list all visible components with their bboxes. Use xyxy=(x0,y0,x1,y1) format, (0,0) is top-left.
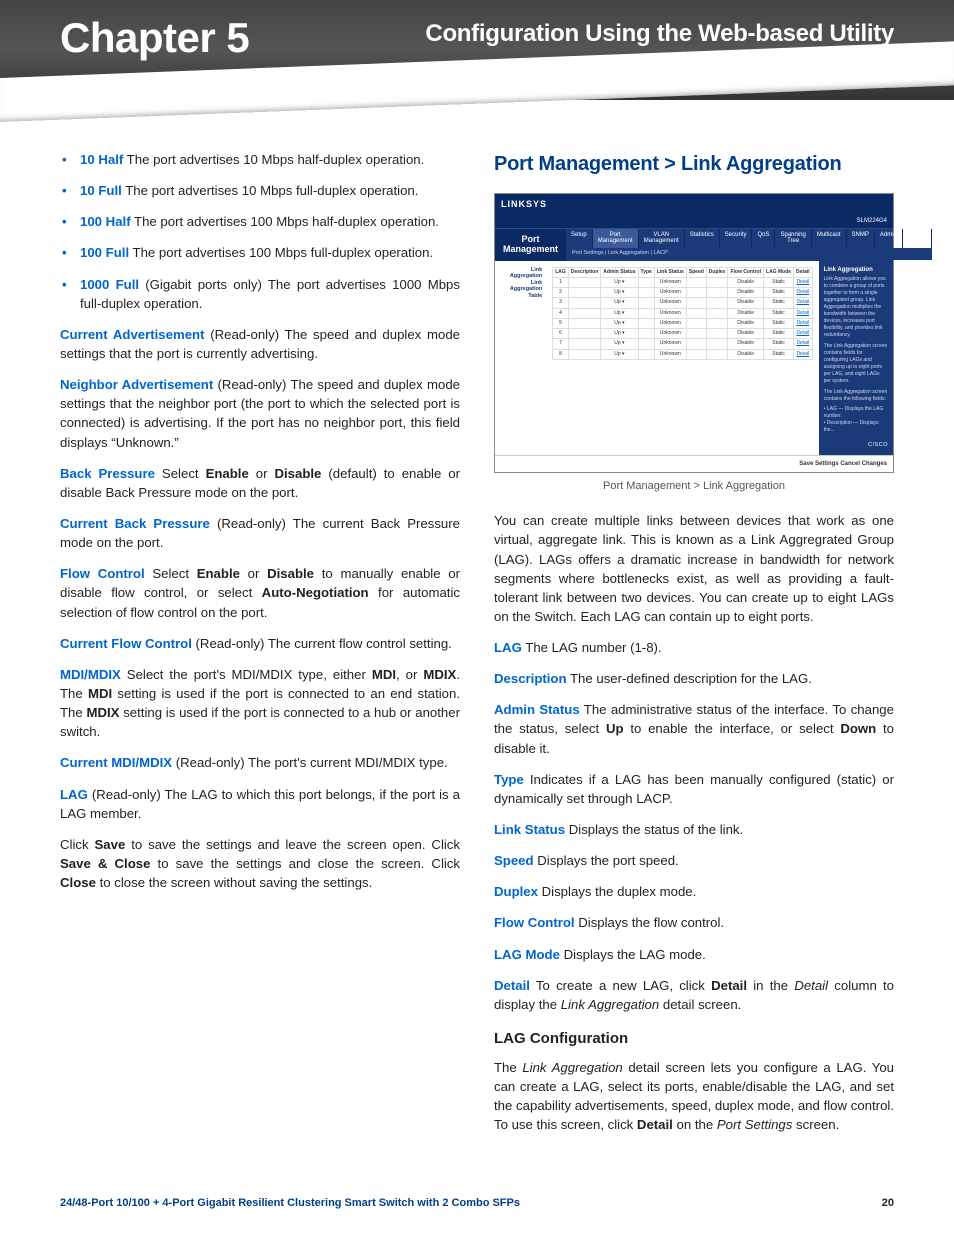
figure-caption: Port Management > Link Aggregation xyxy=(494,479,894,495)
figure-link-aggregation: LINKSYS SLM224G4 Port Management Setup P… xyxy=(494,193,894,473)
para-save-close: Click Save to save the settings and leav… xyxy=(60,835,460,892)
page-header: Chapter 5 Configuration Using the Web-ba… xyxy=(0,0,954,100)
left-column: 10 Half The port advertises 10 Mbps half… xyxy=(60,150,460,1146)
lag-config-text: The Link Aggregation detail screen lets … xyxy=(494,1058,894,1135)
ss-subtabs: Port Settings | Link Aggregation | LACP xyxy=(566,248,932,260)
document-title: Configuration Using the Web-based Utilit… xyxy=(425,20,894,48)
right-column: Port Management > Link Aggregation LINKS… xyxy=(494,150,894,1146)
ss-tab[interactable]: Setup xyxy=(566,229,593,248)
opt-100-full: 100 Full The port advertises 100 Mbps fu… xyxy=(80,243,460,262)
field-duplex: Duplex Displays the duplex mode. xyxy=(494,882,894,901)
field-link-status: Link Status Displays the status of the l… xyxy=(494,820,894,839)
field-detail: Detail To create a new LAG, click Detail… xyxy=(494,976,894,1014)
para-neighbor-advertisement: Neighbor Advertisement (Read-only) The s… xyxy=(60,375,460,452)
para-mdi-mdix: MDI/MDIX Select the port's MDI/MDIX type… xyxy=(60,665,460,742)
intro-text: You can create multiple links between de… xyxy=(494,511,894,626)
opt-10-full: 10 Full The port advertises 10 Mbps full… xyxy=(80,181,460,200)
opt-1000-full: 1000 Full (Gigabit ports only) The port … xyxy=(80,275,460,313)
field-admin-status: Admin Status The administrative status o… xyxy=(494,700,894,757)
opt-10-half: 10 Half The port advertises 10 Mbps half… xyxy=(80,150,460,169)
ss-buttons[interactable]: Save Settings Cancel Changes xyxy=(495,455,893,473)
ss-tab[interactable]: Multicast xyxy=(812,229,847,248)
field-speed: Speed Displays the port speed. xyxy=(494,851,894,870)
ss-tabs: Setup Port Management VLAN Management St… xyxy=(566,229,932,248)
subsection-heading: LAG Configuration xyxy=(494,1028,894,1050)
field-lag-mode: LAG Mode Displays the LAG mode. xyxy=(494,945,894,964)
ss-left-labels: Link Aggregation Link Aggregation Table xyxy=(495,261,546,455)
ss-model: SLM224G4 xyxy=(857,218,887,224)
ss-tab[interactable]: Spanning Tree xyxy=(775,229,811,248)
para-current-back-pressure: Current Back Pressure (Read-only) The cu… xyxy=(60,514,460,552)
ss-tab[interactable]: Port Management xyxy=(593,229,639,248)
opt-100-half: 100 Half The port advertises 100 Mbps ha… xyxy=(80,212,460,231)
para-lag: LAG (Read-only) The LAG to which this po… xyxy=(60,785,460,823)
ss-tab[interactable]: Statistics xyxy=(685,229,720,248)
para-current-mdi-mdix: Current MDI/MDIX (Read-only) The port's … xyxy=(60,753,460,772)
ss-tab[interactable]: VLAN Management xyxy=(639,229,685,248)
page-footer: 24/48-Port 10/100 + 4-Port Gigabit Resil… xyxy=(60,1197,894,1209)
ss-tab[interactable]: Security xyxy=(720,229,753,248)
para-flow-control: Flow Control Select Enable or Disable to… xyxy=(60,564,460,621)
field-lag: LAG The LAG number (1-8). xyxy=(494,638,894,657)
ss-tab[interactable]: SNMP xyxy=(847,229,875,248)
chapter-label: Chapter 5 xyxy=(60,14,249,62)
para-current-flow-control: Current Flow Control (Read-only) The cur… xyxy=(60,634,460,653)
ss-cisco-logo: CISCO xyxy=(824,442,888,450)
ss-tab[interactable]: Logout xyxy=(903,229,932,248)
page-number: 20 xyxy=(882,1197,894,1209)
ss-help-panel: Link Aggregation Link Aggregation allows… xyxy=(819,261,893,455)
field-flow-control: Flow Control Displays the flow control. xyxy=(494,913,894,932)
section-heading: Port Management > Link Aggregation xyxy=(494,150,894,179)
ss-lag-table: LAGDescriptionAdmin StatusTypeLink Statu… xyxy=(552,267,812,360)
advertise-options: 10 Half The port advertises 10 Mbps half… xyxy=(60,150,460,313)
field-type: Type Indicates if a LAG has been manuall… xyxy=(494,770,894,808)
para-back-pressure: Back Pressure Select Enable or Disable (… xyxy=(60,464,460,502)
ss-tab[interactable]: QoS xyxy=(752,229,775,248)
para-current-advertisement: Current Advertisement (Read-only) The sp… xyxy=(60,325,460,363)
field-description: Description The user-defined description… xyxy=(494,669,894,688)
ss-tab[interactable]: Admin xyxy=(875,229,903,248)
ss-logo: LINKSYS xyxy=(501,198,547,211)
ss-nav-title: Port Management xyxy=(495,229,566,261)
product-name: 24/48-Port 10/100 + 4-Port Gigabit Resil… xyxy=(60,1197,520,1209)
